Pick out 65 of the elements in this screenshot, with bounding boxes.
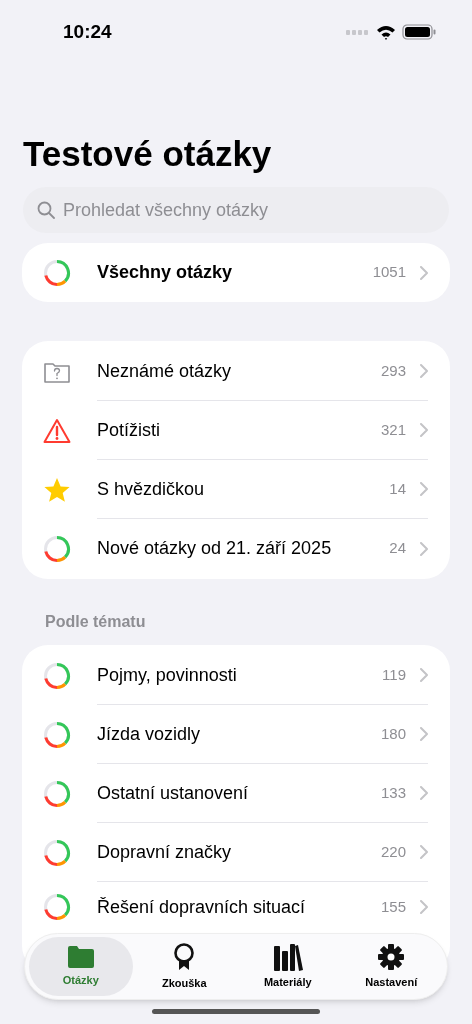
row-label: Všechny otázky xyxy=(97,261,234,284)
progress-ring-icon xyxy=(43,661,71,690)
chevron-icon xyxy=(420,668,428,682)
row-count: 180 xyxy=(380,723,406,744)
list-row[interactable]: Jízda vozidly 180 xyxy=(22,705,450,764)
tab-button[interactable]: Zkouška xyxy=(132,937,236,996)
folder-icon xyxy=(65,944,96,969)
signal-icon xyxy=(346,29,370,35)
chevron-icon xyxy=(420,364,428,378)
tab-button[interactable]: Nastavení xyxy=(339,937,443,996)
list-row[interactable]: Nové otázky od 21. září 2025 24 xyxy=(22,519,450,578)
wifi-icon xyxy=(376,24,396,40)
row-count: 1051 xyxy=(372,262,406,283)
chevron-icon xyxy=(420,786,428,800)
row-count: 133 xyxy=(380,782,406,803)
row-label: Jízda vozidly xyxy=(97,722,202,746)
search-field[interactable]: Prohledat všechny otázky xyxy=(23,187,449,233)
row-count: 24 xyxy=(389,538,406,559)
list-row[interactable]: Všechny otázky 1051 xyxy=(22,243,450,302)
row-count: 293 xyxy=(380,360,406,381)
battery-icon xyxy=(402,24,436,40)
list-row[interactable]: Neznámé otázky 293 xyxy=(22,342,450,401)
row-label: Dopravní značky xyxy=(97,840,233,864)
row-count: 155 xyxy=(380,896,406,917)
row-label: Řešení dopravních situací xyxy=(97,895,307,919)
progress-ring-icon xyxy=(43,720,71,749)
section-header: Podle tématu xyxy=(45,612,147,632)
row-count: 220 xyxy=(380,841,406,862)
list-row[interactable]: Řešení dopravních situací 155 xyxy=(22,882,450,932)
tab-button[interactable]: Materiály xyxy=(236,937,340,996)
progress-ring-icon xyxy=(43,893,71,921)
books-icon xyxy=(272,942,303,971)
row-label: Ostatní ustanovení xyxy=(97,781,250,805)
page-title: Testové otázky xyxy=(23,133,273,175)
tab-button[interactable]: Otázky xyxy=(29,937,133,996)
row-count: 14 xyxy=(389,478,406,499)
list-row[interactable]: Pojmy, povinnosti 119 xyxy=(22,646,450,705)
chevron-icon xyxy=(420,541,428,556)
row-count: 119 xyxy=(382,664,406,685)
search-icon xyxy=(37,201,55,219)
status-time: 10:24 xyxy=(63,19,112,44)
row-count: 321 xyxy=(380,419,406,440)
progress-ring-icon xyxy=(43,534,71,563)
warning-icon xyxy=(43,417,71,444)
list-row[interactable]: Potížisti 321 xyxy=(22,401,450,460)
progress-ring-icon xyxy=(43,838,71,867)
settings-icon xyxy=(377,942,406,971)
chevron-icon xyxy=(420,900,428,914)
row-label: Potížisti xyxy=(97,418,162,442)
chevron-icon xyxy=(420,727,428,741)
list-row[interactable]: Ostatní ustanovení 133 xyxy=(22,764,450,823)
list-row[interactable]: Dopravní značky 220 xyxy=(22,823,450,882)
row-label: Pojmy, povinnosti xyxy=(97,663,238,687)
chevron-icon xyxy=(420,423,428,437)
progress-ring-icon xyxy=(43,258,71,287)
row-label: S hvězdičkou xyxy=(97,477,206,501)
chevron-icon xyxy=(420,265,428,280)
ribbon-award-icon xyxy=(172,941,197,972)
chevron-icon xyxy=(420,845,428,859)
star-icon xyxy=(43,476,71,503)
progress-ring-icon xyxy=(43,779,71,808)
list-row[interactable]: S hvězdičkou 14 xyxy=(22,460,450,519)
chevron-icon xyxy=(420,482,428,496)
row-label: Nové otázky od 21. září 2025 xyxy=(97,537,333,560)
row-label: Neznámé otázky xyxy=(97,359,233,383)
